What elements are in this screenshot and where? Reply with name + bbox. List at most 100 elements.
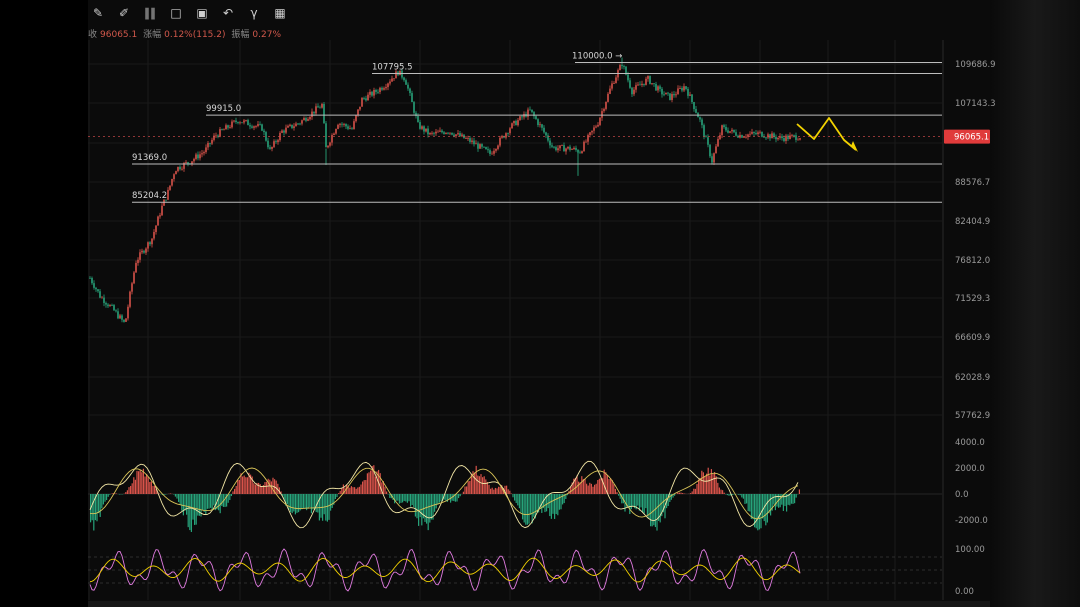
candle-body — [661, 88, 663, 95]
macd-histogram-bar — [576, 475, 578, 494]
candle-body — [515, 120, 517, 126]
macd-histogram-bar — [178, 494, 180, 502]
macd-histogram-bar — [106, 494, 108, 501]
macd-histogram-bar — [750, 494, 752, 519]
candle-body — [665, 92, 667, 95]
macd-histogram-bar — [784, 494, 786, 507]
candle-body — [301, 120, 303, 124]
candle-body — [343, 124, 345, 125]
macd-histogram-bar — [723, 492, 725, 494]
macd-histogram-bar — [790, 494, 792, 504]
candle-body — [495, 148, 497, 151]
macd-histogram-bar — [307, 494, 309, 509]
osc-axis-tick-1: 0.00 — [955, 587, 974, 597]
candle-body — [499, 137, 501, 146]
macd-histogram-bar — [125, 492, 127, 494]
macd-histogram-bar — [150, 481, 152, 494]
candle-body — [633, 89, 635, 95]
candle-body — [623, 66, 625, 67]
macd-histogram-bar — [195, 494, 197, 525]
macd-histogram-bar — [650, 494, 652, 527]
candle-body — [567, 146, 569, 149]
macd-histogram-bar — [186, 494, 188, 515]
macd-histogram-bar — [310, 494, 312, 514]
macd-histogram-bar — [430, 494, 432, 520]
macd-histogram-bar — [139, 469, 141, 494]
candle-body — [173, 174, 175, 179]
macd-histogram-bar — [595, 483, 597, 494]
candle-body — [171, 178, 173, 186]
macd-histogram-bar — [739, 494, 741, 496]
macd-histogram-bar — [96, 494, 98, 522]
candle-body — [789, 135, 791, 140]
candle-body — [581, 151, 583, 153]
macd-histogram-bar — [493, 489, 495, 494]
candle-body — [797, 139, 799, 141]
candle-body — [413, 102, 415, 113]
macd-histogram-bar — [557, 494, 559, 516]
macd-histogram-bar — [389, 494, 391, 498]
macd-histogram-bar — [349, 487, 351, 494]
candle-body — [341, 123, 343, 125]
candle-body — [699, 117, 701, 120]
macd-histogram-bar — [174, 494, 176, 497]
candle-body — [179, 166, 181, 170]
candle-body — [195, 154, 197, 159]
macd-histogram-bar — [680, 492, 682, 494]
candle-body — [205, 147, 207, 153]
level-label-4: 85204.2 — [132, 191, 167, 201]
candle-body — [239, 122, 241, 124]
candle-body — [565, 148, 567, 152]
macd-histogram-bar — [762, 494, 764, 519]
candle-body — [649, 76, 651, 84]
macd-histogram-bar — [531, 494, 533, 524]
macd-histogram-bar — [738, 494, 740, 495]
macd-histogram-bar — [514, 494, 516, 501]
macd-histogram-bar — [517, 494, 519, 506]
candle-body — [437, 131, 439, 133]
candle-body — [615, 77, 617, 84]
macd-histogram-bar — [462, 491, 464, 494]
candle-body — [133, 272, 135, 284]
macd-histogram-bar — [358, 486, 360, 494]
candle-body — [451, 132, 453, 135]
candle-body — [109, 305, 111, 307]
price-axis-tick-5: 76812.0 — [955, 256, 990, 266]
candle-body — [721, 125, 723, 136]
macd-histogram-bar — [555, 494, 557, 515]
candle-body — [783, 138, 785, 141]
candle-body — [201, 153, 203, 155]
candle-body — [531, 109, 533, 113]
macd-histogram-bar — [482, 477, 484, 494]
macd-histogram-bar — [170, 493, 172, 494]
macd-histogram-bar — [776, 494, 778, 507]
candle-body — [681, 88, 683, 91]
macd-histogram-bar — [365, 480, 367, 494]
candle-body — [293, 126, 295, 128]
candle-body — [561, 145, 563, 146]
candle-body — [753, 132, 755, 134]
macd-histogram-bar — [474, 472, 476, 494]
macd-histogram-bar — [408, 494, 410, 502]
macd-histogram-bar — [690, 493, 692, 494]
macd-histogram-bar — [202, 494, 204, 510]
candle-body — [307, 119, 309, 121]
candle-body — [639, 84, 641, 86]
candle-body — [427, 128, 429, 135]
macd-histogram-bar — [646, 494, 648, 517]
candle-body — [575, 147, 577, 150]
candle-body — [749, 133, 751, 135]
candle-body — [535, 116, 537, 120]
macd-histogram-bar — [651, 494, 653, 527]
candle-body — [193, 158, 195, 162]
candle-body — [509, 128, 511, 134]
candle-body — [507, 133, 509, 134]
macd-histogram-bar — [400, 494, 402, 503]
candle-body — [523, 113, 525, 118]
macd-histogram-bar — [499, 486, 501, 494]
level-label-0: 110000.0 → — [572, 51, 622, 61]
candle-body — [145, 248, 147, 253]
candle-body — [657, 86, 659, 91]
candle-body — [619, 65, 621, 71]
price-chart[interactable]: 109686.9 107143.3 88576.7 82404.9 76812.0 715… — [0, 0, 1080, 607]
